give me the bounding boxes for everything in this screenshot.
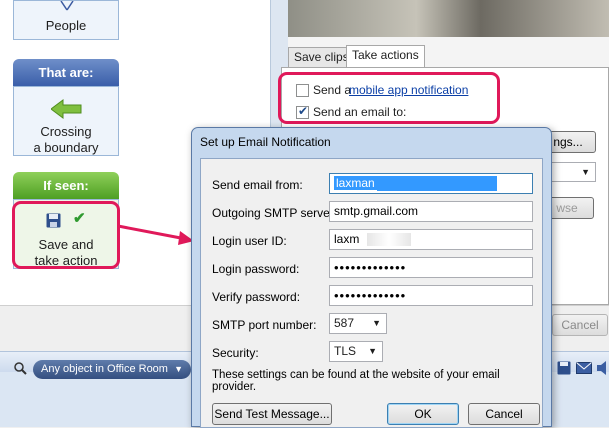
save-icon[interactable] <box>557 361 571 375</box>
if-seen-header: If seen: <box>13 172 119 199</box>
person-icon <box>60 1 74 11</box>
ok-button[interactable]: OK <box>387 403 459 425</box>
login-id-label: Login user ID: <box>212 234 287 248</box>
send-from-label: Send email from: <box>212 178 303 192</box>
info-text: These settings can be found at the websi… <box>212 369 500 393</box>
login-id-value: laxm <box>334 232 360 246</box>
port-select[interactable]: 587 ▼ <box>329 313 387 334</box>
rule-people-box[interactable]: People <box>13 0 119 40</box>
dialog-title: Set up Email Notification <box>200 135 331 149</box>
rule-crossing-label-2: a boundary <box>33 140 99 155</box>
left-arrow-icon <box>51 99 82 119</box>
redacted-email <box>376 176 497 192</box>
login-password-label: Login password: <box>212 262 300 276</box>
email-notification-dialog: Set up Email Notification Send email fro… <box>191 127 552 428</box>
dialog-cancel-button[interactable]: Cancel <box>468 403 540 425</box>
filter-pill[interactable]: Any object in Office Room ▼ <box>33 360 191 379</box>
port-label: SMTP port number: <box>212 318 317 332</box>
dialog-body: Send email from: laxman Outgoing SMTP se… <box>200 158 543 428</box>
send-from-value: laxman <box>334 176 377 190</box>
filter-chevron-icon: ▼ <box>174 364 183 374</box>
tab-take-actions[interactable]: Take actions <box>346 45 425 68</box>
smtp-server-field[interactable]: smtp.gmail.com <box>329 201 533 222</box>
rule-people-label: People <box>45 18 87 33</box>
smtp-server-label: Outgoing SMTP server: <box>212 206 338 220</box>
security-label: Security: <box>212 346 259 360</box>
send-test-message-button[interactable]: Send Test Message... <box>212 403 332 425</box>
that-are-header: That are: <box>13 59 119 86</box>
security-value: TLS <box>334 344 357 358</box>
security-select[interactable]: TLS ▼ <box>329 341 383 362</box>
port-chevron-icon: ▼ <box>372 318 381 328</box>
rule-crossing-box[interactable]: Crossing a boundary <box>13 86 119 156</box>
redacted-login <box>367 233 412 247</box>
filter-pill-label: Any object in Office Room <box>41 363 168 375</box>
rule-crossing-label-1: Crossing <box>40 124 92 139</box>
search-icon[interactable] <box>14 362 27 375</box>
cancel-button-bg[interactable]: Cancel <box>552 314 608 336</box>
take-actions-highlight-box <box>278 72 500 124</box>
login-password-field[interactable]: ••••••••••••• <box>329 257 533 278</box>
tab-save-clips[interactable]: Save clips <box>288 47 355 67</box>
verify-password-field[interactable]: ••••••••••••• <box>329 285 533 306</box>
send-from-field[interactable]: laxman <box>329 173 533 194</box>
login-id-field[interactable]: laxm <box>329 229 533 250</box>
camera-preview <box>288 0 609 37</box>
port-value: 587 <box>334 316 355 330</box>
recipient-select[interactable]: ▼ <box>548 162 596 182</box>
pointer-arrow <box>118 224 194 245</box>
security-chevron-icon: ▼ <box>368 346 377 356</box>
speaker-icon[interactable] <box>596 361 609 375</box>
action-highlight-box <box>12 201 120 269</box>
email-icon[interactable] <box>576 362 592 374</box>
verify-password-label: Verify password: <box>212 290 301 304</box>
chevron-down-icon: ▼ <box>581 167 590 177</box>
